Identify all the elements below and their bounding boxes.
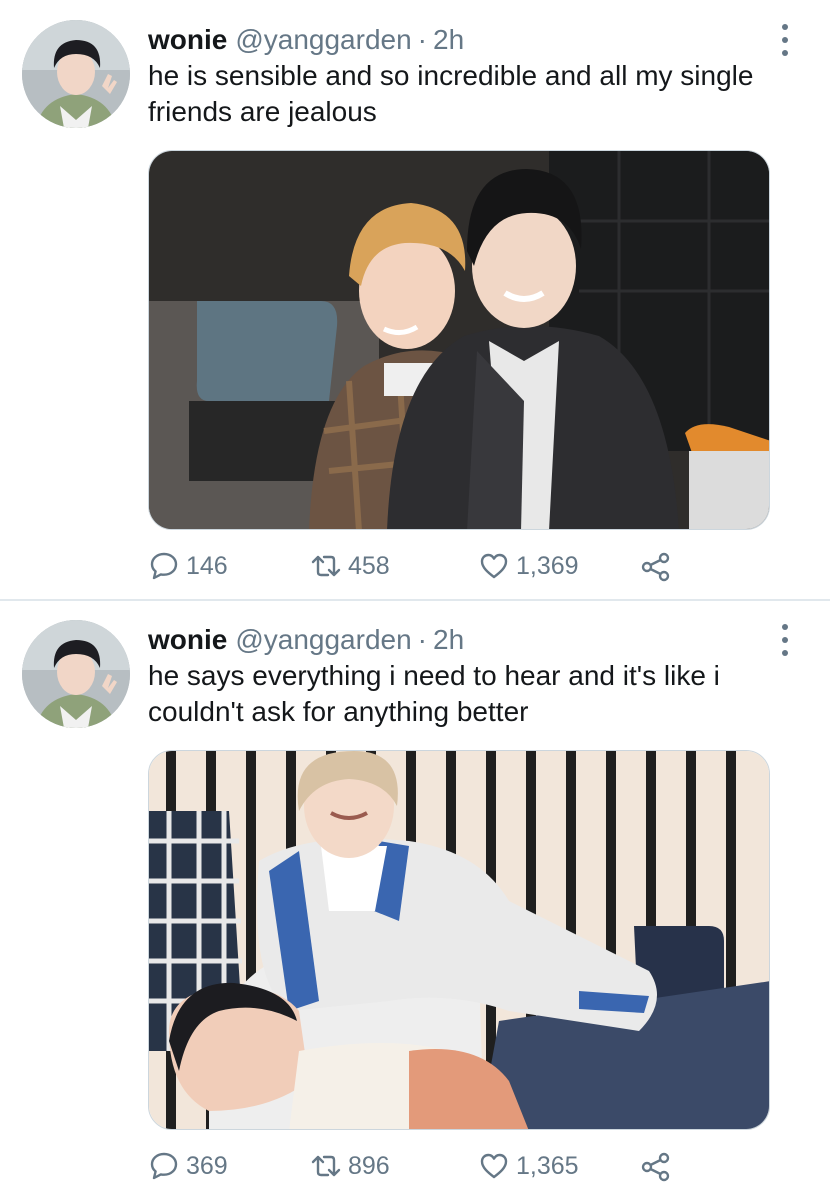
like-button[interactable]: 1,369	[478, 548, 579, 584]
share-button[interactable]	[640, 548, 678, 584]
tweet[interactable]: wonie @yanggarden · 2h he is sensible an…	[0, 0, 830, 600]
tweet-photo[interactable]	[148, 750, 770, 1130]
share-button[interactable]	[640, 1148, 678, 1184]
reply-count: 369	[186, 1151, 228, 1180]
like-count: 1,369	[516, 551, 579, 580]
user-handle[interactable]: @yanggarden	[235, 22, 411, 58]
display-name[interactable]: wonie	[148, 622, 227, 658]
reply-count: 146	[186, 551, 228, 580]
display-name[interactable]: wonie	[148, 22, 227, 58]
heart-icon	[480, 553, 508, 579]
tweet-photo[interactable]	[148, 150, 770, 530]
heart-icon	[480, 1153, 508, 1179]
avatar[interactable]	[22, 620, 130, 728]
user-handle[interactable]: @yanggarden	[235, 622, 411, 658]
retweet-count: 458	[348, 551, 390, 580]
tweet-text: he is sensible and so incredible and all…	[148, 60, 754, 127]
reply-icon	[150, 552, 178, 580]
retweet-button[interactable]: 458	[310, 548, 390, 584]
more-options-icon[interactable]	[778, 24, 792, 56]
tweet-text: he says everything i need to hear and it…	[148, 660, 720, 727]
tweet[interactable]: wonie @yanggarden · 2h he says everythin…	[0, 600, 830, 1200]
retweet-icon	[311, 1155, 341, 1177]
tweet-header: wonie @yanggarden · 2h	[148, 622, 464, 658]
like-button[interactable]: 1,365	[478, 1148, 579, 1184]
reply-button[interactable]: 369	[148, 1148, 228, 1184]
tweet-actions: 146 458 1,369	[148, 548, 708, 584]
reply-icon	[150, 1152, 178, 1180]
reply-button[interactable]: 146	[148, 548, 228, 584]
like-count: 1,365	[516, 1151, 579, 1180]
tweet-header: wonie @yanggarden · 2h	[148, 22, 464, 58]
separator: ·	[417, 24, 427, 55]
timestamp[interactable]: 2h	[433, 622, 464, 658]
tweet-actions: 369 896 1,365	[148, 1148, 708, 1184]
share-icon	[641, 1152, 670, 1182]
more-options-icon[interactable]	[778, 624, 792, 656]
retweet-button[interactable]: 896	[310, 1148, 390, 1184]
separator: ·	[417, 624, 427, 655]
avatar[interactable]	[22, 20, 130, 128]
share-icon	[641, 552, 670, 582]
timestamp[interactable]: 2h	[433, 22, 464, 58]
retweet-count: 896	[348, 1151, 390, 1180]
retweet-icon	[311, 555, 341, 577]
